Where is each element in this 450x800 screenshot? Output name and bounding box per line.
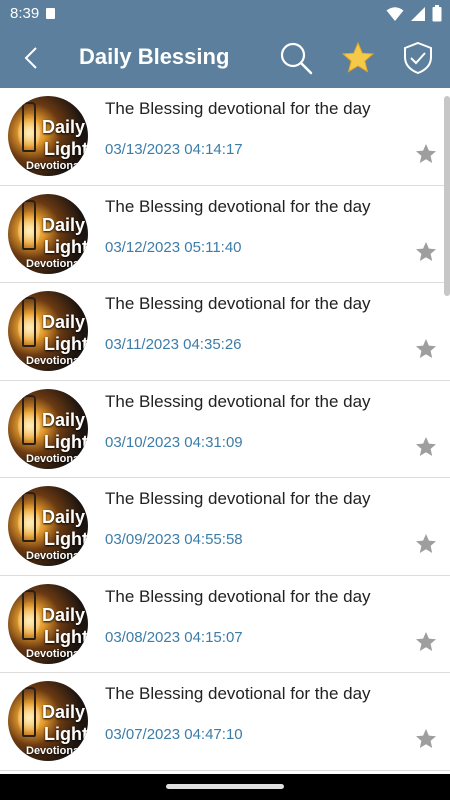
battery-icon <box>432 5 442 22</box>
navigation-bar <box>0 774 450 800</box>
item-title: The Blessing devotional for the day <box>105 99 371 118</box>
item-title: The Blessing devotional for the day <box>105 391 371 411</box>
lamp-graphic <box>22 102 36 152</box>
list-item[interactable]: Daily Light Devotional The Blessing devo… <box>0 185 450 283</box>
item-title: The Blessing devotional for the day <box>105 196 371 216</box>
scrollbar[interactable] <box>444 96 450 296</box>
signal-icon <box>411 6 425 21</box>
thumbnail-text-line2: Light <box>44 431 88 452</box>
star-icon[interactable] <box>414 337 438 361</box>
item-title: The Blessing devotional for the day <box>105 684 371 703</box>
thumbnail-text-line2: Light <box>44 529 88 549</box>
devotional-thumbnail: Daily Light Devotional <box>8 681 88 761</box>
item-date: 03/10/2023 04:31:09 <box>105 433 243 451</box>
thumbnail-text-line3: Devotional <box>26 257 83 270</box>
thumbnail-text-line1: Daily <box>42 604 86 625</box>
lamp-graphic <box>22 492 36 542</box>
lamp-graphic <box>22 687 36 737</box>
thumbnail-text-line1: Daily <box>42 507 86 527</box>
devotional-list[interactable]: Daily Light Devotional The Blessing devo… <box>0 88 450 774</box>
thumbnail-text-line1: Daily <box>42 702 86 722</box>
back-arrow-icon[interactable] <box>18 44 46 72</box>
thumbnail-text-line1: Daily <box>42 409 86 430</box>
page-title: Daily Blessing <box>79 44 230 69</box>
item-date: 03/13/2023 04:14:17 <box>105 141 243 158</box>
search-icon[interactable] <box>278 40 314 76</box>
shield-check-icon[interactable] <box>400 40 436 76</box>
item-date: 03/07/2023 04:47:10 <box>105 726 243 743</box>
devotional-thumbnail: Daily Light Devotional <box>8 583 88 664</box>
thumbnail-text-line3: Devotional <box>26 550 83 562</box>
thumbnail-text-line2: Light <box>44 724 88 744</box>
item-title: The Blessing devotional for the day <box>105 294 371 313</box>
star-icon[interactable] <box>414 727 438 751</box>
lamp-graphic <box>22 199 36 250</box>
thumbnail-text-line1: Daily <box>42 117 86 137</box>
thumbnail-text-line3: Devotional <box>26 355 83 367</box>
devotional-thumbnail: Daily Light Devotional <box>8 486 88 566</box>
thumbnail-text-line3: Devotional <box>26 647 83 660</box>
list-item[interactable]: Daily Light Devotional The Blessing devo… <box>0 88 450 186</box>
thumbnail-text-line3: Devotional <box>26 452 83 465</box>
lamp-graphic <box>22 394 36 445</box>
status-bar: 8:39 <box>0 0 450 28</box>
list-item[interactable]: Daily Light Devotional The Blessing devo… <box>0 478 450 576</box>
thumbnail-text-line1: Daily <box>42 214 86 235</box>
lamp-graphic <box>22 589 36 640</box>
list-item[interactable]: Daily Light Devotional The Blessing devo… <box>0 283 450 381</box>
item-date: 03/11/2023 04:35:26 <box>105 336 242 353</box>
status-time: 8:39 <box>10 5 40 22</box>
lamp-graphic <box>22 297 36 347</box>
list-item[interactable]: Daily Light Devotional The Blessing devo… <box>0 380 450 478</box>
status-icons <box>386 5 442 22</box>
item-title: The Blessing devotional for the day <box>105 586 371 606</box>
thumbnail-text-line2: Light <box>44 236 88 257</box>
thumbnail-text-line3: Devotional <box>26 745 83 757</box>
thumbnail-text-line3: Devotional <box>26 160 83 172</box>
devotional-thumbnail: Daily Light Devotional <box>8 388 88 469</box>
star-icon[interactable] <box>414 435 438 459</box>
star-icon[interactable] <box>414 532 438 556</box>
item-date: 03/12/2023 05:11:40 <box>105 238 242 256</box>
thumbnail-text-line2: Light <box>44 139 88 159</box>
favorites-star-icon[interactable] <box>340 40 376 76</box>
item-date: 03/08/2023 04:15:07 <box>105 628 243 646</box>
sd-card-icon <box>46 8 55 19</box>
star-icon[interactable] <box>414 240 438 264</box>
devotional-thumbnail: Daily Light Devotional <box>8 193 88 274</box>
thumbnail-text-line2: Light <box>44 626 88 647</box>
star-icon[interactable] <box>414 630 438 654</box>
star-icon[interactable] <box>414 142 438 166</box>
wifi-icon <box>386 6 404 21</box>
app-bar: Daily Blessing <box>0 28 450 88</box>
thumbnail-text-line2: Light <box>44 334 88 354</box>
list-item[interactable]: Daily Light Devotional The Blessing devo… <box>0 673 450 771</box>
list-item[interactable]: Daily Light Devotional The Blessing devo… <box>0 575 450 673</box>
thumbnail-text-line1: Daily <box>42 312 86 332</box>
home-gesture-handle[interactable] <box>166 784 284 789</box>
item-title: The Blessing devotional for the day <box>105 489 371 508</box>
devotional-thumbnail: Daily Light Devotional <box>8 96 88 176</box>
item-date: 03/09/2023 04:55:58 <box>105 531 243 548</box>
devotional-thumbnail: Daily Light Devotional <box>8 291 88 371</box>
